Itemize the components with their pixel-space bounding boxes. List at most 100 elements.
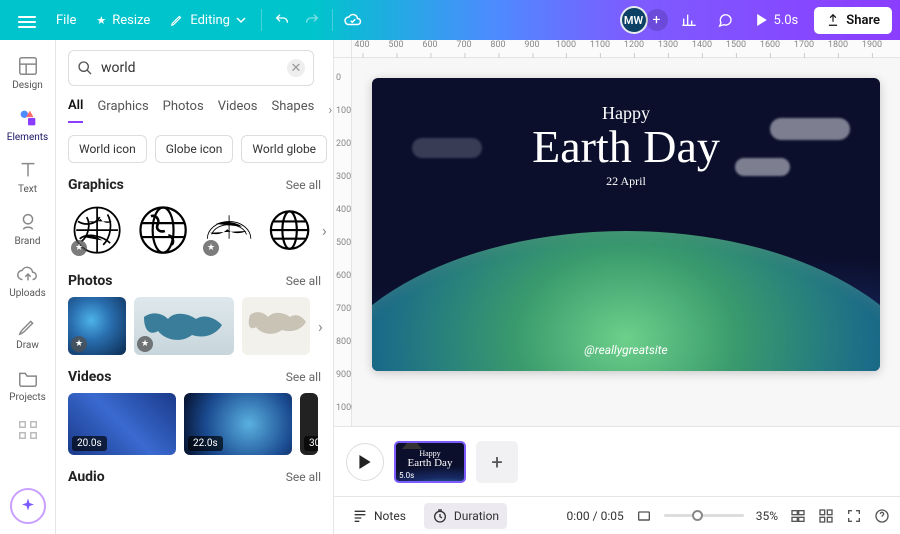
section-photos-title: Photos [68, 273, 112, 289]
fullscreen-icon[interactable] [846, 508, 862, 524]
layout-icon [17, 55, 39, 77]
top-toolbar: File Resize Editing MW + 5.0s Share [0, 0, 900, 40]
clear-search-button[interactable]: ✕ [287, 59, 305, 77]
elements-panel: ✕ All Graphics Photos Videos Shapes › Wo… [56, 40, 334, 534]
clock-icon [432, 508, 448, 524]
comment-icon [717, 12, 733, 28]
premium-badge-icon: ★ [137, 336, 153, 352]
redo-button[interactable] [297, 5, 327, 35]
duration-button[interactable]: Duration [424, 503, 507, 529]
graphic-item[interactable]: ★ [68, 201, 126, 259]
premium-badge-icon: ★ [203, 240, 219, 256]
text-icon [17, 159, 39, 181]
tab-all[interactable]: All [68, 98, 83, 123]
video-duration: 22.0s [188, 436, 223, 451]
rail-brand[interactable]: Brand [0, 204, 55, 254]
rail-design[interactable]: Design [0, 48, 55, 98]
rail-apps[interactable] [0, 412, 55, 448]
pencil-icon [170, 13, 184, 27]
graphic-item[interactable]: ★ [200, 201, 258, 259]
user-avatar[interactable]: MW [620, 6, 648, 34]
search-icon [77, 60, 93, 76]
sparkle-icon [19, 497, 37, 515]
analytics-button[interactable] [674, 5, 704, 35]
audio-see-all[interactable]: See all [286, 470, 321, 484]
graphic-item[interactable] [134, 201, 192, 259]
comment-button[interactable] [710, 5, 740, 35]
globe-outline-icon [137, 204, 189, 256]
timeline-clip[interactable]: Happy Earth Day 5.0s [394, 441, 466, 483]
magic-button[interactable] [10, 488, 46, 524]
rail-elements[interactable]: Elements [0, 100, 55, 150]
chevron-down-icon [236, 15, 246, 25]
menu-button[interactable] [8, 7, 46, 33]
left-rail: Design Elements Text Brand Uploads Draw … [0, 40, 56, 534]
premium-badge-icon: ★ [71, 336, 87, 352]
section-videos-title: Videos [68, 369, 111, 385]
help-icon[interactable] [874, 508, 890, 524]
section-graphics-title: Graphics [68, 177, 124, 193]
undo-button[interactable] [267, 5, 297, 35]
cloud-check-icon [344, 11, 362, 29]
slide-text-line2[interactable]: Earth Day [372, 124, 880, 170]
thumbnail-view-icon[interactable] [818, 508, 834, 524]
canvas-stage[interactable]: Happy Earth Day 22 April @reallygreatsit… [352, 58, 900, 426]
add-page-button[interactable]: + [476, 441, 518, 483]
resize-button[interactable]: Resize [86, 7, 160, 34]
video-item[interactable]: 20.0s [68, 393, 176, 455]
tab-shapes[interactable]: Shapes [271, 99, 314, 122]
editing-mode-button[interactable]: Editing [160, 7, 256, 34]
premium-badge-icon: ★ [71, 240, 87, 256]
zoom-slider[interactable] [664, 514, 744, 517]
cloud-sync-button[interactable] [338, 5, 368, 35]
chip-world-globe[interactable]: World globe [241, 135, 327, 163]
globe-wire-icon [268, 204, 311, 256]
slide-handle-text[interactable]: @reallygreatsite [372, 343, 880, 357]
canvas-area: 4005006007008009001000110012001300140015… [334, 40, 900, 534]
video-item[interactable]: 30 [300, 393, 318, 455]
share-button[interactable]: Share [814, 7, 892, 34]
slide[interactable]: Happy Earth Day 22 April @reallygreatsit… [372, 78, 880, 371]
slide-text-line3[interactable]: 22 April [372, 174, 880, 189]
tab-graphics[interactable]: Graphics [97, 99, 148, 122]
zoom-value: 35% [756, 509, 778, 523]
graphics-scroll-right[interactable]: › [322, 221, 327, 240]
rail-text[interactable]: Text [0, 152, 55, 202]
file-menu[interactable]: File [46, 7, 86, 34]
search-input[interactable] [101, 60, 279, 76]
search-box[interactable]: ✕ [68, 50, 314, 86]
folder-icon [17, 367, 39, 389]
graphics-see-all[interactable]: See all [286, 178, 321, 192]
tabs-scroll-right[interactable]: › [328, 103, 332, 118]
video-item[interactable]: 22.0s [184, 393, 292, 455]
notes-icon [352, 508, 368, 524]
bottom-bar: Notes Duration 0:00 / 0:05 35% [334, 496, 900, 534]
present-button[interactable]: 5.0s [746, 8, 809, 33]
timeline: Happy Earth Day 5.0s + [334, 426, 900, 496]
notes-button[interactable]: Notes [344, 503, 414, 529]
brand-icon [17, 211, 39, 233]
timeline-play-button[interactable] [346, 443, 384, 481]
photo-item[interactable] [242, 297, 310, 355]
rail-draw[interactable]: Draw [0, 308, 55, 358]
rail-uploads[interactable]: Uploads [0, 256, 55, 306]
upload-icon [826, 13, 840, 27]
tab-videos[interactable]: Videos [218, 99, 258, 122]
photo-item[interactable]: ★ [134, 297, 234, 355]
category-tabs: All Graphics Photos Videos Shapes › [68, 98, 321, 123]
graphic-item[interactable] [266, 201, 314, 259]
chip-globe-icon[interactable]: Globe icon [155, 135, 234, 163]
pages-icon[interactable] [636, 508, 652, 524]
add-collaborator-button[interactable]: + [646, 9, 668, 31]
photos-scroll-right[interactable]: › [318, 317, 323, 336]
tab-photos[interactable]: Photos [163, 99, 204, 122]
photos-see-all[interactable]: See all [286, 274, 321, 288]
ruler-horizontal: 4005006007008009001000110012001300140015… [352, 40, 900, 58]
chip-world-icon[interactable]: World icon [68, 135, 147, 163]
video-duration: 20.0s [72, 436, 107, 451]
grid-view-icon[interactable] [790, 508, 806, 524]
play-icon [756, 14, 768, 26]
videos-see-all[interactable]: See all [286, 370, 321, 384]
rail-projects[interactable]: Projects [0, 360, 55, 410]
photo-item[interactable]: ★ [68, 297, 126, 355]
